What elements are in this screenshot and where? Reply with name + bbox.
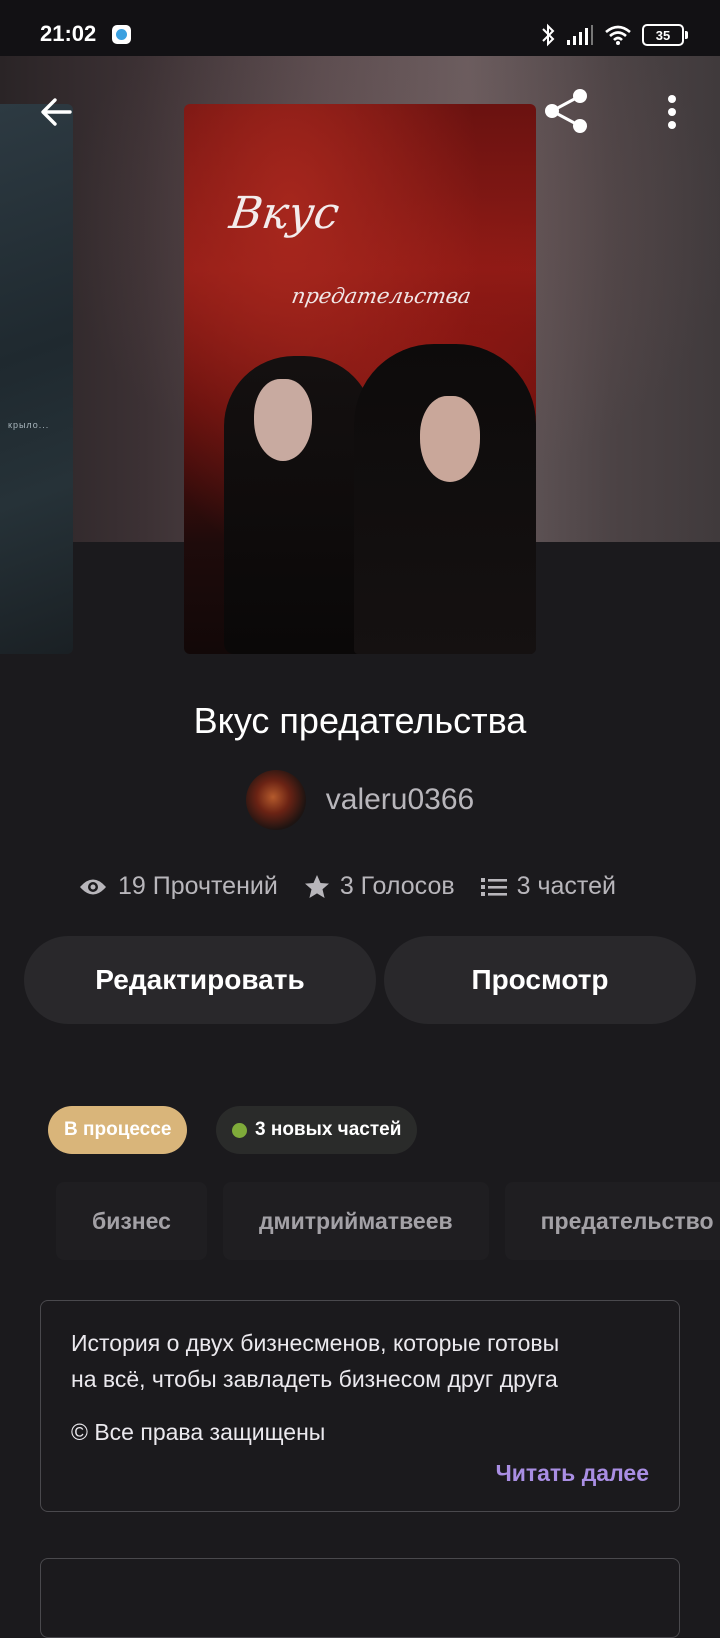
description-card: История о двух бизнесменов, которые гото… [40,1300,680,1512]
tag-item[interactable]: предательство [504,1182,720,1260]
star-icon [304,874,329,898]
tag-list[interactable]: бизнес дмитрийматвеев предательство [56,1182,720,1260]
status-time: 21:02 [40,21,97,46]
app-notification-icon [112,25,131,44]
author-avatar[interactable] [245,770,306,830]
cover-title-line1: Вкус [226,188,343,239]
parts-count: 3 частей [516,872,616,900]
eye-icon [80,879,106,894]
cover-face-right [420,396,480,482]
status-bar: 21:02 35 [0,0,720,56]
battery-level: 35 [655,27,671,43]
new-indicator-dot [232,1122,247,1138]
author-name[interactable]: valeru0366 [326,783,474,817]
wifi-icon [605,25,631,45]
bluetooth-icon [542,23,555,47]
story-cover[interactable]: Вкус предательства [184,104,536,654]
tag-item[interactable]: бизнес [56,1182,207,1260]
reads-count: 19 Прочтений [118,872,278,900]
battery-icon: 35 [642,24,688,46]
cover-title-line2: предательства [289,284,473,308]
status-badge-label: В процессе [64,1119,172,1140]
status-badge: В процессе [48,1106,188,1154]
read-more-link[interactable]: Читать далее [496,1460,649,1487]
story-title: Вкус предательства [193,700,527,741]
tag-item[interactable]: дмитрийматвеев [222,1182,489,1260]
story-stats: 19 Прочтений 3 Голосов 3 частей [78,872,616,901]
share-button[interactable] [540,84,594,138]
back-arrow-icon [41,98,72,126]
side-cover-text: крыло... [8,420,50,430]
votes-stat: 3 Голосов [304,872,455,901]
signal-icon [567,25,593,45]
next-section-card [40,1558,680,1638]
cover-figure-right [354,344,536,654]
copyright-text: © Все права защищены [71,1419,326,1445]
edit-button[interactable]: Редактировать [24,936,376,1024]
author-row[interactable]: valeru0366 [0,770,720,830]
status-icons: 35 [540,20,688,50]
new-parts-badge: 3 новых частей [216,1106,418,1154]
new-parts-label: 3 новых частей [255,1119,402,1140]
more-vertical-icon [668,95,676,129]
more-options-button[interactable] [648,88,696,136]
previous-story-cover[interactable]: крыло... [0,104,73,654]
back-button[interactable] [32,88,80,136]
description-text: История о двух бизнесменов, которые гото… [71,1330,560,1392]
votes-count: 3 Голосов [339,872,455,900]
share-icon [545,89,587,133]
list-icon [480,877,507,896]
cover-face-left [254,379,312,461]
preview-button[interactable]: Просмотр [384,936,696,1024]
reads-stat: 19 Прочтений [78,872,278,901]
parts-stat: 3 частей [480,872,616,901]
